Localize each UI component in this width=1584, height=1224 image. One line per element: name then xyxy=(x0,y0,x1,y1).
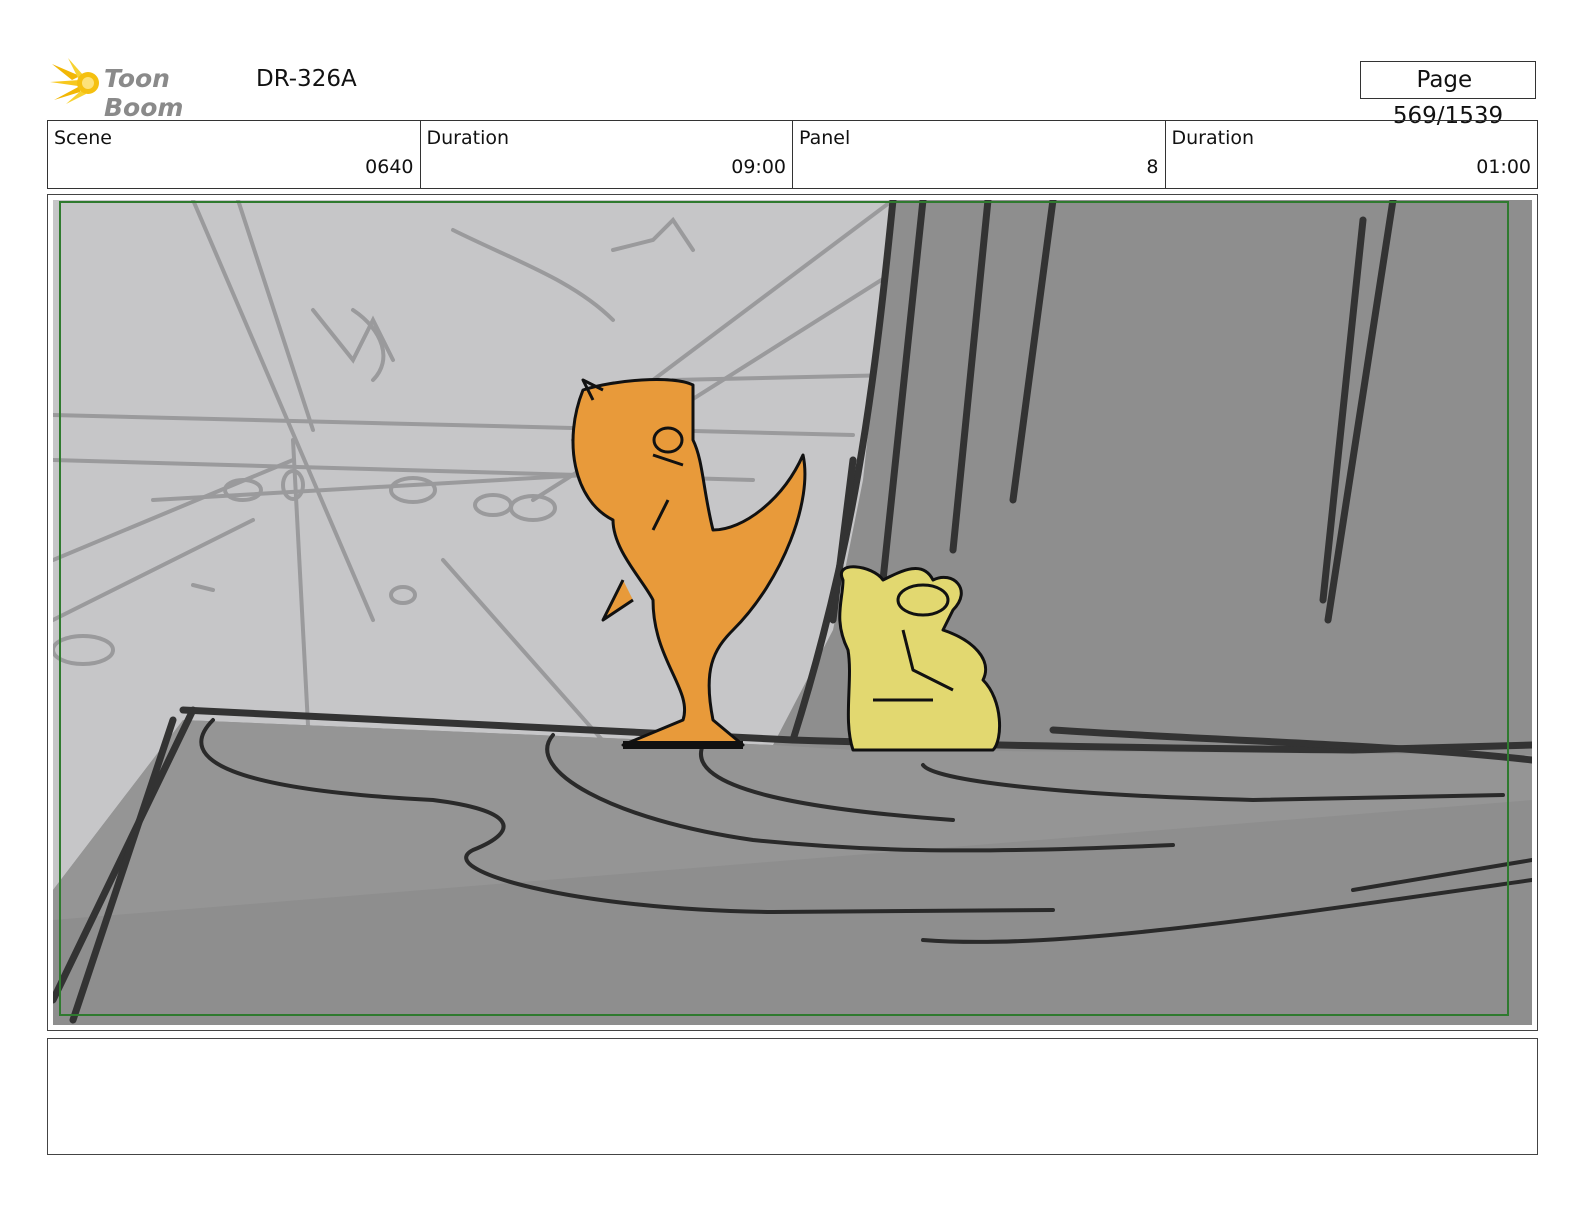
panel-notes-box xyxy=(47,1038,1538,1155)
scene-duration-cell: Duration 09:00 xyxy=(421,121,793,188)
scene-duration-value: 09:00 xyxy=(731,156,786,178)
panel-drawing xyxy=(53,200,1532,1025)
scene-cell: Scene 0640 xyxy=(48,121,421,188)
scene-duration-label: Duration xyxy=(426,127,510,149)
panel-info-row: Scene 0640 Duration 09:00 Panel 8 Durati… xyxy=(47,120,1538,189)
panel-value: 8 xyxy=(1146,156,1159,178)
scene-label: Scene xyxy=(54,127,112,149)
toon-boom-logo: Toon Boom xyxy=(50,56,240,122)
page-counter: Page 569/1539 xyxy=(1360,61,1536,129)
project-code: DR-326A xyxy=(256,66,357,92)
scene-value: 0640 xyxy=(365,156,414,178)
panel-duration-label: Duration xyxy=(1171,127,1255,149)
toon-boom-sun-icon xyxy=(50,58,99,104)
panel-duration-cell: Duration 01:00 xyxy=(1166,121,1538,188)
panel-label: Panel xyxy=(799,127,851,149)
page-label: Page xyxy=(1416,67,1473,93)
storyboard-panel xyxy=(47,194,1538,1031)
logo-wordmark: Toon Boom xyxy=(104,64,184,122)
panel-cell: Panel 8 xyxy=(793,121,1166,188)
panel-duration-value: 01:00 xyxy=(1476,156,1531,178)
